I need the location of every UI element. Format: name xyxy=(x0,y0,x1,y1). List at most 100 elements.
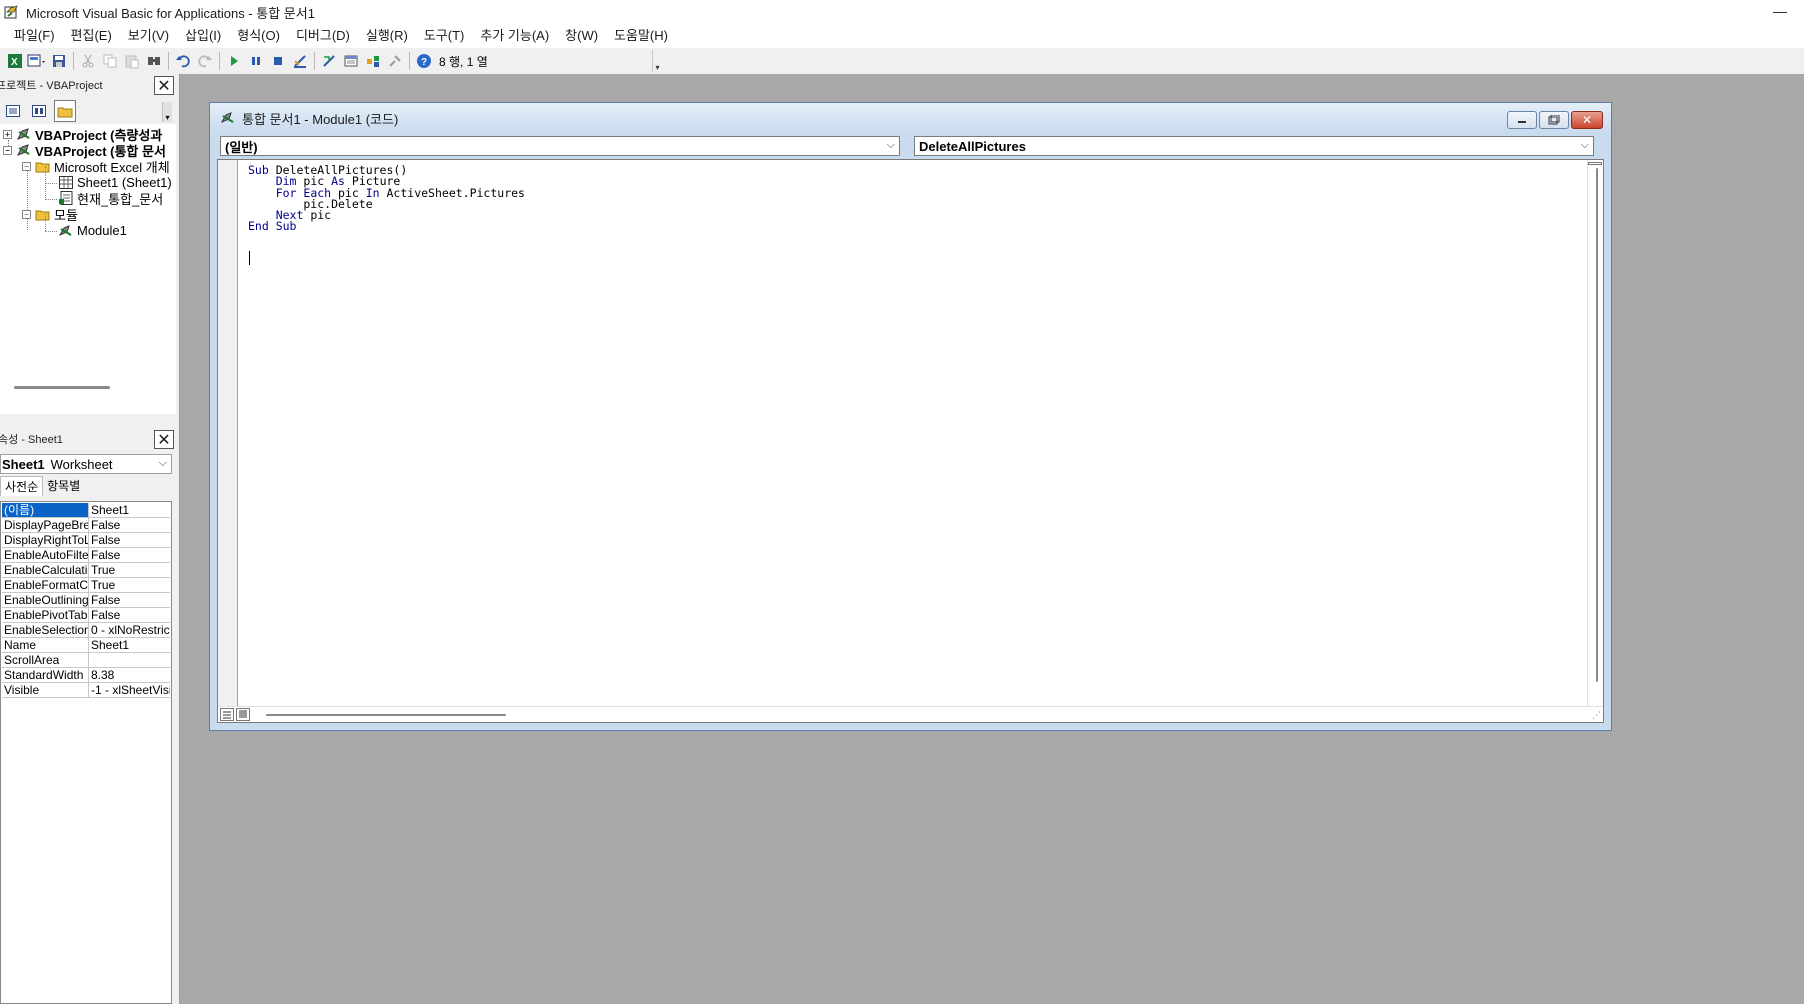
left-dock: 프로젝트 - VBAProject ✕ ▾ + VBAProject (측량성과… xyxy=(0,74,180,1004)
paste-icon[interactable] xyxy=(121,50,143,72)
menu-addins[interactable]: 추가 기능(A) xyxy=(472,24,557,48)
reset-icon[interactable] xyxy=(267,50,289,72)
properties-header: 속성 - Sheet1 ✕ xyxy=(0,428,176,450)
property-row[interactable]: EnableCalculationTrue xyxy=(2,563,170,578)
property-value[interactable]: False xyxy=(89,608,170,622)
project-toolbar-scroll[interactable]: ▾ xyxy=(162,102,172,122)
menu-help[interactable]: 도움말(H) xyxy=(606,24,676,48)
full-module-view-icon[interactable] xyxy=(236,708,250,721)
project-tree-hscrollbar[interactable] xyxy=(14,386,110,389)
property-value[interactable]: True xyxy=(89,578,170,592)
collapse-icon[interactable]: − xyxy=(22,161,31,171)
menu-window[interactable]: 창(W) xyxy=(557,24,606,48)
toolbar-overflow-grip[interactable]: ▾ xyxy=(652,50,662,72)
code-line[interactable] xyxy=(248,243,525,254)
menu-tools[interactable]: 도구(T) xyxy=(416,24,473,48)
design-mode-icon[interactable] xyxy=(289,50,311,72)
copy-icon[interactable] xyxy=(99,50,121,72)
property-value[interactable]: -1 - xlSheetVisible xyxy=(89,683,170,697)
code-window-close-button[interactable]: ✕ xyxy=(1571,111,1603,129)
code-hscrollbar[interactable]: ⋰ xyxy=(218,706,1603,722)
expand-icon[interactable]: + xyxy=(3,129,12,139)
resize-grip-icon[interactable]: ⋰ xyxy=(1592,710,1601,721)
code-line[interactable]: End Sub xyxy=(248,220,525,233)
code-window-titlebar[interactable]: 통합 문서1 - Module1 (코드) ✕ xyxy=(210,103,1611,133)
project-explorer-icon[interactable] xyxy=(318,50,340,72)
property-value[interactable]: 0 - xlNoRestrictions xyxy=(89,623,170,637)
close-project-explorer-button[interactable]: ✕ xyxy=(154,76,174,95)
standard-toolbar: X ? 8 행, 1 열 ▾ xyxy=(0,48,1804,74)
property-value[interactable]: Sheet1 xyxy=(89,638,170,652)
tree-item-modules[interactable]: − 모듈 xyxy=(22,206,78,223)
property-row[interactable]: (이름) Sheet1 xyxy=(2,503,170,518)
collapse-icon[interactable]: − xyxy=(22,209,31,219)
insert-module-icon[interactable] xyxy=(26,50,48,72)
menu-file[interactable]: 파일(F) xyxy=(6,24,63,48)
menu-run[interactable]: 실행(R) xyxy=(358,24,416,48)
property-row[interactable]: EnableFormatConditionsCalculationTrue xyxy=(2,578,170,593)
toolbox-icon[interactable] xyxy=(384,50,406,72)
property-row[interactable]: DisplayPageBreaksFalse xyxy=(2,518,170,533)
minimize-button[interactable]: — xyxy=(1770,2,1790,20)
code-text[interactable]: Sub DeleteAllPictures() Dim pic As Pictu… xyxy=(248,164,525,254)
tab-alphabetic[interactable]: 사전순 xyxy=(0,476,44,496)
property-value[interactable] xyxy=(89,653,170,667)
property-row[interactable]: StandardWidth 8.38 xyxy=(2,668,170,683)
properties-object-select[interactable]: Sheet1 Worksheet ⌵ xyxy=(0,454,172,474)
module-icon xyxy=(58,223,74,237)
find-icon[interactable] xyxy=(143,50,165,72)
property-value[interactable]: False xyxy=(89,548,170,562)
procedure-view-icon[interactable] xyxy=(220,708,234,721)
chevron-down-icon: ⌵ xyxy=(158,457,167,469)
excel-view-icon[interactable]: X xyxy=(4,50,26,72)
margin-indicator-bar[interactable] xyxy=(218,160,238,708)
property-row[interactable]: EnableAutoFilter False xyxy=(2,548,170,563)
save-icon[interactable] xyxy=(48,50,70,72)
property-value[interactable]: False xyxy=(89,593,170,607)
property-name: DisplayPageBreaks xyxy=(4,518,89,532)
menu-view[interactable]: 보기(V) xyxy=(120,24,177,48)
property-value[interactable]: False xyxy=(89,533,170,547)
property-row[interactable]: EnableOutlining False xyxy=(2,593,170,608)
menu-edit[interactable]: 편집(E) xyxy=(63,24,120,48)
menu-insert[interactable]: 삽입(I) xyxy=(177,24,229,48)
property-row[interactable]: DisplayRightToLeftFalse xyxy=(2,533,170,548)
vscroll-thumb[interactable] xyxy=(1596,168,1598,682)
tree-item-module1[interactable]: Module1 xyxy=(58,222,127,238)
hscroll-thumb[interactable] xyxy=(266,714,506,716)
collapse-icon[interactable]: − xyxy=(3,145,12,155)
undo-icon[interactable] xyxy=(172,50,194,72)
code-vscrollbar[interactable] xyxy=(1587,160,1603,708)
property-name: EnableAutoFilter xyxy=(4,548,89,562)
property-value[interactable]: Sheet1 xyxy=(89,503,170,517)
property-row[interactable]: EnablePivotTable False xyxy=(2,608,170,623)
toggle-folders-icon[interactable] xyxy=(54,100,76,122)
menu-debug[interactable]: 디버그(D) xyxy=(288,24,358,48)
procedure-combo[interactable]: DeleteAllPictures ⌵ xyxy=(914,136,1594,156)
code-editor[interactable]: Sub DeleteAllPictures() Dim pic As Pictu… xyxy=(217,159,1604,723)
tab-categorized[interactable]: 항목별 xyxy=(43,476,84,496)
object-browser-icon[interactable] xyxy=(362,50,384,72)
property-row[interactable]: Visible-1 - xlSheetVisible xyxy=(2,683,170,698)
property-value[interactable]: True xyxy=(89,563,170,577)
code-window-restore-button[interactable] xyxy=(1539,111,1569,129)
view-object-icon[interactable] xyxy=(28,100,50,122)
property-row[interactable]: EnableSelection0 - xlNoRestrictions xyxy=(2,623,170,638)
break-icon[interactable] xyxy=(245,50,267,72)
view-code-icon[interactable] xyxy=(2,100,24,122)
redo-icon[interactable] xyxy=(194,50,216,72)
menu-format[interactable]: 형식(O) xyxy=(229,24,288,48)
close-properties-button[interactable]: ✕ xyxy=(154,430,174,449)
object-combo[interactable]: (일반) ⌵ xyxy=(220,136,900,156)
split-bar[interactable] xyxy=(1588,162,1602,165)
property-value[interactable]: False xyxy=(89,518,170,532)
cut-icon[interactable] xyxy=(77,50,99,72)
property-row[interactable]: ScrollArea xyxy=(2,653,170,668)
code-window-minimize-button[interactable] xyxy=(1507,111,1537,129)
procedure-combo-value: DeleteAllPictures xyxy=(919,138,1026,154)
properties-window-icon[interactable] xyxy=(340,50,362,72)
property-row[interactable]: Name Sheet1 xyxy=(2,638,170,653)
run-icon[interactable] xyxy=(223,50,245,72)
property-value[interactable]: 8.38 xyxy=(89,668,170,682)
help-icon[interactable]: ? xyxy=(413,50,435,72)
